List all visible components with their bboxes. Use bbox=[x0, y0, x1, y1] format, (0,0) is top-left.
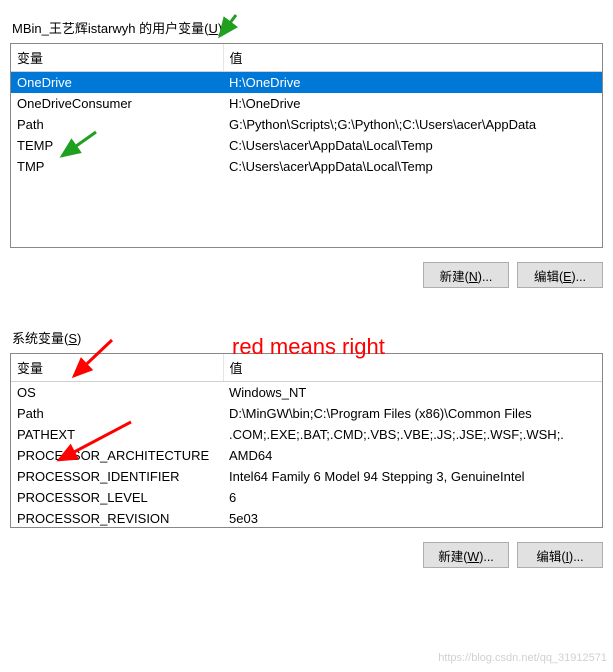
table-row[interactable]: PROCESSOR_IDENTIFIERIntel64 Family 6 Mod… bbox=[11, 466, 602, 487]
user-edit-button[interactable]: 编辑(E)... bbox=[517, 262, 603, 288]
sys-col-name[interactable]: 变量 bbox=[11, 354, 223, 382]
table-row[interactable]: OneDriveH:\OneDrive bbox=[11, 72, 602, 94]
user-vars-table[interactable]: 变量 值 OneDriveH:\OneDrive OneDriveConsume… bbox=[10, 43, 603, 248]
system-vars-label: 系统变量(S) bbox=[10, 328, 603, 347]
system-edit-button[interactable]: 编辑(I)... bbox=[517, 542, 603, 568]
table-row[interactable]: PROCESSOR_LEVEL6 bbox=[11, 487, 602, 508]
table-row[interactable]: OSWindows_NT bbox=[11, 382, 602, 404]
system-vars-table[interactable]: 变量 值 OSWindows_NT PathD:\MinGW\bin;C:\Pr… bbox=[10, 353, 603, 528]
user-col-name[interactable]: 变量 bbox=[11, 44, 223, 72]
table-row[interactable]: TMPC:\Users\acer\AppData\Local\Temp bbox=[11, 156, 602, 177]
user-col-value[interactable]: 值 bbox=[223, 44, 602, 72]
sys-col-value[interactable]: 值 bbox=[223, 354, 602, 382]
user-vars-label: MBin_王艺辉istarwyh 的用户变量(U) bbox=[10, 18, 603, 37]
system-new-button[interactable]: 新建(W)... bbox=[423, 542, 509, 568]
table-row[interactable]: OneDriveConsumerH:\OneDrive bbox=[11, 93, 602, 114]
table-row[interactable]: PathD:\MinGW\bin;C:\Program Files (x86)\… bbox=[11, 403, 602, 424]
table-row[interactable]: PathG:\Python\Scripts\;G:\Python\;C:\Use… bbox=[11, 114, 602, 135]
table-row[interactable]: PROCESSOR_ARCHITECTUREAMD64 bbox=[11, 445, 602, 466]
table-row[interactable]: TEMPC:\Users\acer\AppData\Local\Temp bbox=[11, 135, 602, 156]
user-new-button[interactable]: 新建(N)... bbox=[423, 262, 509, 288]
table-row[interactable]: PROCESSOR_REVISION5e03 bbox=[11, 508, 602, 528]
table-row[interactable]: PATHEXT.COM;.EXE;.BAT;.CMD;.VBS;.VBE;.JS… bbox=[11, 424, 602, 445]
